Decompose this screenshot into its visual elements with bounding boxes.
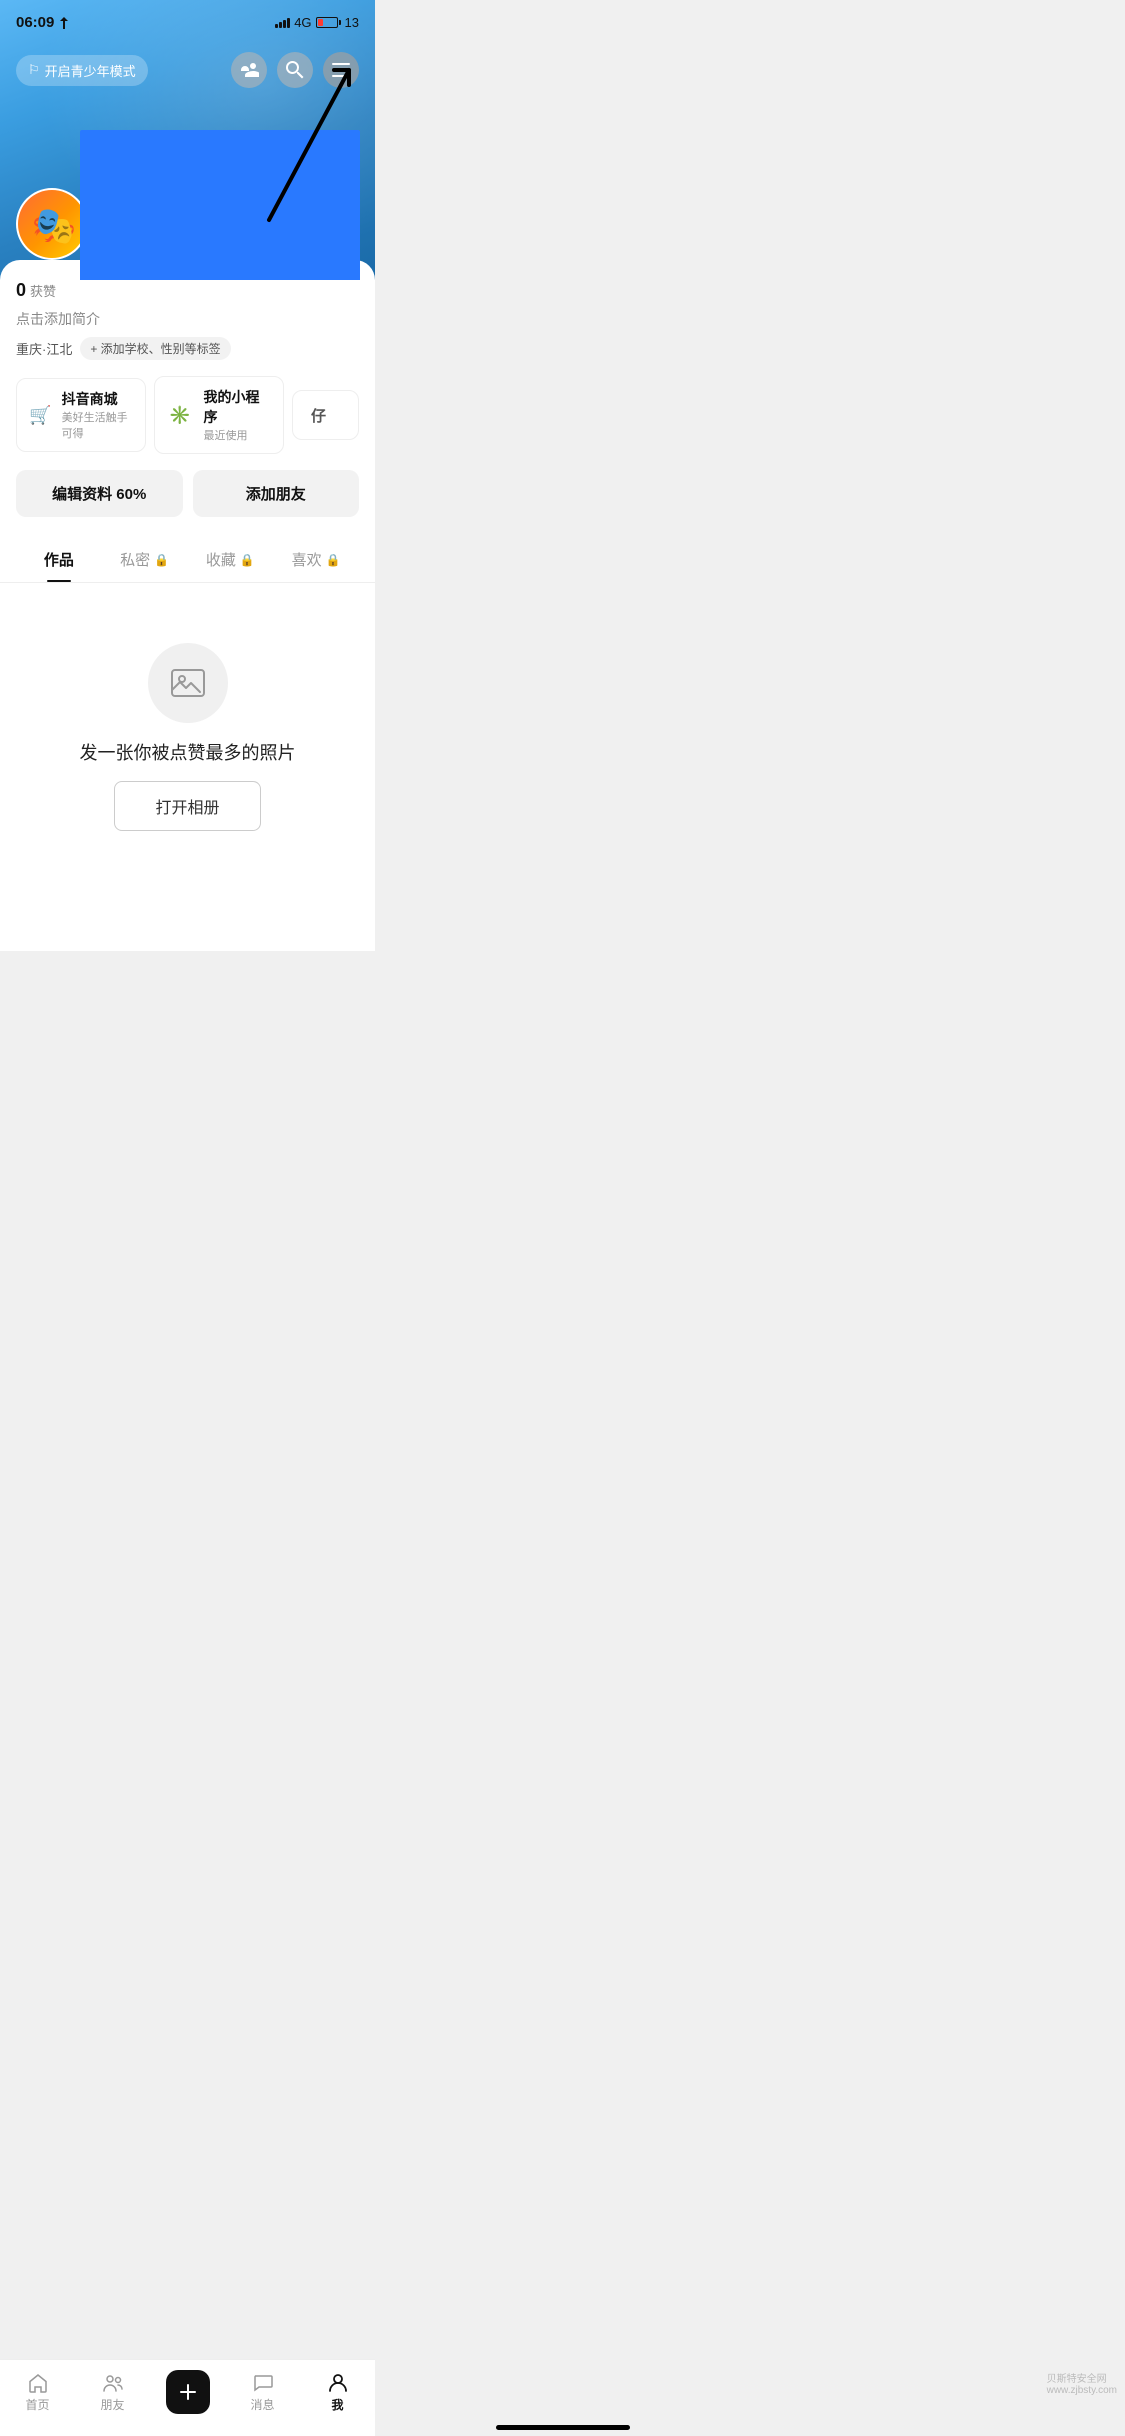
mall-subtitle: 美好生活触手可得 [62, 409, 133, 441]
add-tag-button[interactable]: + 添加学校、性别等标签 [80, 337, 230, 360]
friends-button[interactable] [231, 52, 267, 88]
miniprogram-icon: ✳️ [167, 401, 194, 429]
services-row: 🛒 抖音商城 美好生活触手可得 ✳️ 我的小程序 最近使用 仔 [16, 376, 359, 454]
tabs-row: 作品 私密 🔒 收藏 🔒 喜欢 🔒 [0, 537, 375, 583]
battery-icon [316, 17, 341, 28]
messages-label: 消息 [250, 2396, 274, 2413]
service-miniprogram-text: 我的小程序 最近使用 [204, 387, 271, 443]
tab-favorites-label: 收藏 [206, 549, 236, 570]
top-nav-icons [231, 52, 359, 88]
empty-state-title: 发一张你被点赞最多的照片 [80, 739, 296, 765]
cart-icon: 🛒 [29, 401, 52, 429]
white-card: 0 获赞 点击添加简介 重庆·江北 + 添加学校、性别等标签 🛒 抖音商城 美好… [0, 260, 375, 951]
profile-label: 我 [331, 2396, 343, 2413]
bio-text[interactable]: 点击添加简介 [16, 309, 359, 329]
blue-overlay-censored [80, 130, 360, 280]
stat-likes[interactable]: 0 获赞 [16, 280, 56, 301]
friends-label: 朋友 [100, 2396, 124, 2413]
service-douyin-mall[interactable]: 🛒 抖音商城 美好生活触手可得 [16, 378, 146, 452]
tab-private[interactable]: 私密 🔒 [102, 537, 188, 582]
menu-button[interactable] [323, 52, 359, 88]
youth-mode-label: 开启青少年模式 [45, 61, 136, 80]
empty-state: 发一张你被点赞最多的照片 打开相册 [16, 583, 359, 871]
home-label: 首页 [25, 2396, 49, 2413]
likes-lock-icon: 🔒 [326, 553, 341, 567]
tab-works-label: 作品 [44, 549, 74, 570]
open-album-button[interactable]: 打开相册 [114, 781, 260, 831]
tab-private-label: 私密 [120, 549, 150, 570]
likes-count: 0 [16, 280, 26, 301]
search-button[interactable] [277, 52, 313, 88]
add-friend-button[interactable]: 添加朋友 [193, 470, 360, 517]
status-bar: 06:09 4G 13 [0, 0, 375, 37]
bottom-nav-home[interactable]: 首页 [13, 2372, 63, 2413]
tab-works[interactable]: 作品 [16, 537, 102, 582]
add-icon-circle[interactable] [166, 2370, 210, 2414]
private-lock-icon: 🔒 [154, 553, 169, 567]
miniprogram-subtitle: 最近使用 [204, 427, 271, 443]
watermark: 贝斯特安全网 www.zjbsty.com [1047, 2370, 1117, 2396]
save-icon: 仔 [305, 401, 333, 429]
bottom-nav-add[interactable] [163, 2370, 213, 2414]
avatar[interactable]: 🎭 [16, 188, 88, 260]
bottom-nav: 首页 朋友 消息 我 [0, 2359, 375, 2436]
bottom-nav-messages[interactable]: 消息 [238, 2372, 288, 2413]
bottom-nav-friends[interactable]: 朋友 [88, 2372, 138, 2413]
favorites-lock-icon: 🔒 [240, 553, 255, 567]
tab-likes-label: 喜欢 [292, 549, 322, 570]
likes-label: 获赞 [30, 281, 56, 300]
battery-level: 13 [345, 15, 359, 30]
top-nav: ⚐ 开启青少年模式 [0, 52, 375, 88]
profile-header: ⚐ 开启青少年模式 [0, 0, 375, 280]
avatar-image: 🎭 [18, 190, 88, 260]
status-time: 06:09 [16, 14, 69, 31]
status-right: 4G 13 [275, 15, 359, 30]
signal-icon [275, 18, 290, 28]
bottom-nav-profile[interactable]: 我 [313, 2372, 363, 2413]
location-tag: 重庆·江北 [16, 339, 72, 358]
youth-mode-icon: ⚐ [28, 62, 40, 78]
service-save[interactable]: 仔 [292, 390, 360, 440]
tab-favorites[interactable]: 收藏 🔒 [188, 537, 274, 582]
image-placeholder-icon [168, 663, 208, 703]
network-label: 4G [294, 15, 311, 30]
youth-mode-button[interactable]: ⚐ 开启青少年模式 [16, 55, 148, 86]
service-mall-text: 抖音商城 美好生活触手可得 [62, 389, 133, 441]
tab-likes[interactable]: 喜欢 🔒 [273, 537, 359, 582]
empty-icon-circle [148, 643, 228, 723]
tags-row: 重庆·江北 + 添加学校、性别等标签 [16, 337, 359, 360]
service-miniprogram[interactable]: ✳️ 我的小程序 最近使用 [154, 376, 284, 454]
miniprogram-title: 我的小程序 [204, 387, 271, 427]
home-indicator [496, 2425, 630, 2430]
add-tag-label: + 添加学校、性别等标签 [90, 340, 220, 357]
action-buttons: 编辑资料 60% 添加朋友 [16, 470, 359, 517]
mall-title: 抖音商城 [62, 389, 133, 409]
edit-profile-button[interactable]: 编辑资料 60% [16, 470, 183, 517]
stats-row: 0 获赞 [16, 280, 359, 301]
